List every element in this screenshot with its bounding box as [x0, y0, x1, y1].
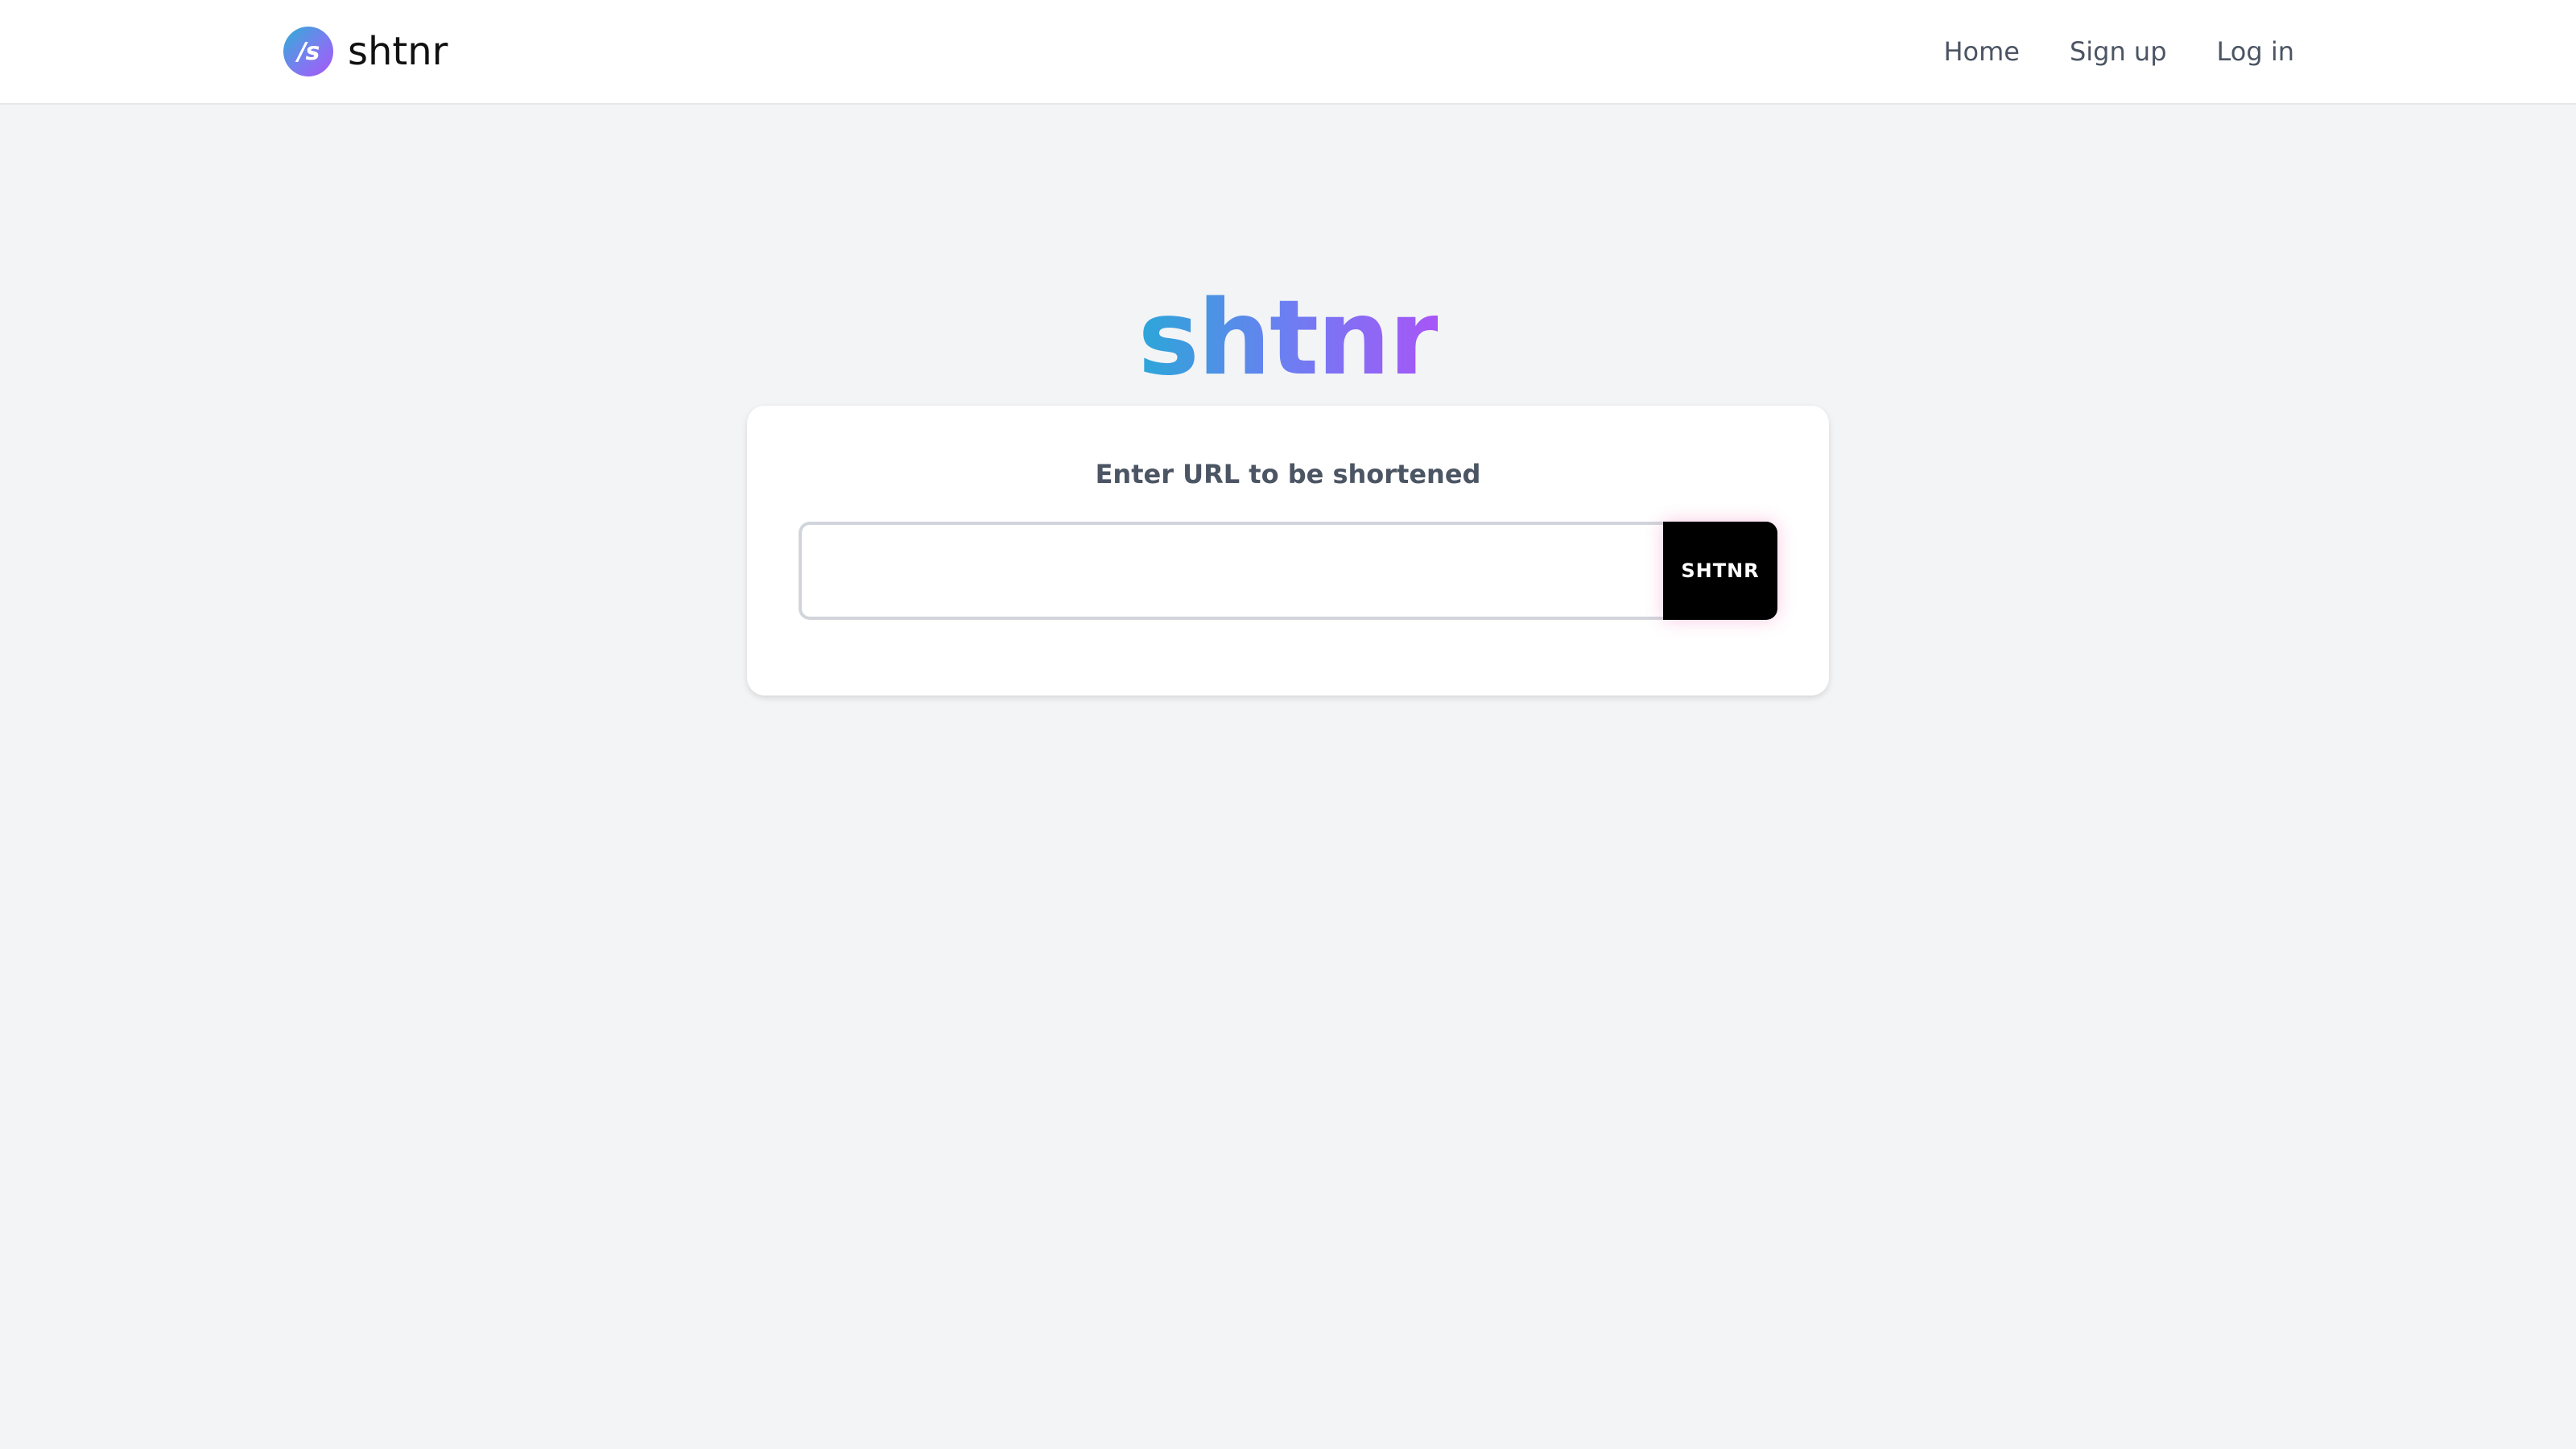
url-input[interactable]: [799, 522, 1666, 620]
nav-link-log-in[interactable]: Log in: [2217, 36, 2295, 67]
hero-title: shtnr: [0, 275, 2576, 403]
shorten-card: Enter URL to be shortened SHTNR: [747, 406, 1829, 696]
shorten-button[interactable]: SHTNR: [1663, 522, 1777, 620]
brand-home-link[interactable]: /s shtnr: [283, 26, 448, 77]
nav-link-sign-up[interactable]: Sign up: [2070, 36, 2167, 67]
navbar: /s shtnr Home Sign up Log in: [0, 0, 2576, 105]
nav-links: Home Sign up Log in: [1943, 29, 2294, 74]
hero-title-text: shtnr: [1137, 278, 1440, 398]
brand-name: shtnr: [348, 29, 448, 74]
url-input-label: Enter URL to be shortened: [1095, 459, 1481, 489]
shtnr-logo-icon: /s: [283, 27, 333, 76]
nav-link-home[interactable]: Home: [1943, 36, 2020, 67]
